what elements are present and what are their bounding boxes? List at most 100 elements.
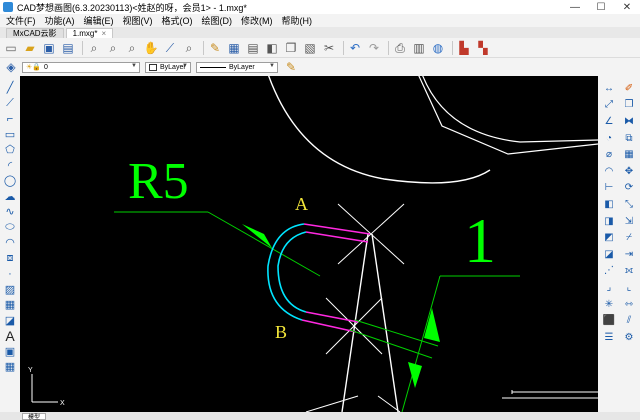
- dim-linear-icon[interactable]: ↔: [599, 80, 619, 97]
- menu-function[interactable]: 功能(A): [45, 14, 75, 27]
- rotate-icon[interactable]: ⟳: [619, 180, 639, 197]
- pdf-export-icon[interactable]: ▙: [456, 40, 472, 56]
- menu-help[interactable]: 帮助(H): [282, 14, 313, 27]
- save-as-icon[interactable]: ▤: [60, 40, 76, 56]
- tab-model[interactable]: 模型: [22, 412, 47, 420]
- align-icon[interactable]: ⫽: [619, 312, 639, 329]
- dim-ordinate-icon[interactable]: ⊢: [599, 180, 619, 197]
- find-icon[interactable]: ⌕: [181, 40, 197, 56]
- copy-icon[interactable]: ❐: [283, 40, 299, 56]
- table-icon[interactable]: ▦: [2, 359, 18, 375]
- print-icon[interactable]: ⎙: [392, 40, 408, 56]
- menu-edit[interactable]: 编辑(E): [84, 14, 114, 27]
- minimize-button[interactable]: —: [562, 0, 588, 14]
- zoom-window-icon[interactable]: ⌕: [105, 40, 121, 56]
- array-icon[interactable]: ▦: [619, 146, 639, 163]
- explode-icon[interactable]: ✳: [599, 296, 619, 313]
- arc-icon[interactable]: ◜: [2, 158, 18, 174]
- tab-cloud[interactable]: MxCAD云影: [6, 28, 64, 38]
- properties-icon[interactable]: ▦: [226, 40, 242, 56]
- color-swatch: [149, 63, 157, 71]
- stretch-icon[interactable]: ⇲: [619, 213, 639, 230]
- mirror-icon[interactable]: ⧓: [619, 113, 639, 130]
- linetype-select[interactable]: ByLayer ▼: [196, 61, 278, 73]
- layer-manager-icon[interactable]: ▤: [245, 40, 261, 56]
- drawing-canvas[interactable]: R5 A B 1 Y X: [20, 73, 599, 413]
- 3d-box-icon[interactable]: ⬛: [599, 312, 619, 329]
- dim-arc-icon[interactable]: ◠: [599, 163, 619, 180]
- draw-order-front-icon[interactable]: ◧: [599, 196, 619, 213]
- open-file-icon[interactable]: ▰: [22, 40, 38, 56]
- cut-icon[interactable]: ✂: [321, 40, 337, 56]
- offset-icon[interactable]: ⧉: [619, 130, 639, 147]
- tools-icon[interactable]: ⚙: [619, 329, 639, 346]
- undo-icon[interactable]: ↶: [347, 40, 363, 56]
- pencil-icon[interactable]: ✎: [283, 59, 299, 75]
- dim-diameter-icon[interactable]: ⌀: [599, 146, 619, 163]
- draw-order-under-icon[interactable]: ◪: [599, 246, 619, 263]
- menu-modify[interactable]: 修改(M): [241, 14, 273, 27]
- revcloud-icon[interactable]: ☁: [2, 189, 18, 205]
- image-icon[interactable]: ▣: [2, 344, 18, 360]
- polyline-icon[interactable]: ⌐: [2, 111, 18, 127]
- new-file-icon[interactable]: ▭: [3, 40, 19, 56]
- dim-angular-icon[interactable]: ∠: [599, 113, 619, 130]
- region-icon[interactable]: ◪: [2, 313, 18, 329]
- image-export-icon[interactable]: ▚: [475, 40, 491, 56]
- maximize-button[interactable]: ☐: [588, 0, 614, 14]
- gradient-icon[interactable]: ▦: [2, 297, 18, 313]
- break-icon[interactable]: ⋰: [599, 263, 619, 280]
- draw-order-back-icon[interactable]: ◨: [599, 213, 619, 230]
- erase-icon[interactable]: ✐: [619, 80, 639, 97]
- move-icon[interactable]: ✥: [619, 163, 639, 180]
- point-icon[interactable]: ·: [2, 266, 18, 282]
- list-icon[interactable]: ☰: [599, 329, 619, 346]
- redo-icon[interactable]: ↷: [366, 40, 382, 56]
- fillet-icon[interactable]: ⌞: [619, 279, 639, 296]
- copy-object-icon[interactable]: ❐: [619, 97, 639, 114]
- pan-hand-icon[interactable]: ✋: [143, 40, 159, 56]
- zoom-extents-icon[interactable]: ⌕: [124, 40, 140, 56]
- text-icon[interactable]: A: [2, 328, 18, 344]
- color-select[interactable]: ByLayer ▼: [145, 61, 191, 73]
- scale-icon[interactable]: ⤡: [619, 196, 639, 213]
- spline-icon[interactable]: ∿: [2, 204, 18, 220]
- web-icon[interactable]: ◍: [430, 40, 446, 56]
- menu-file[interactable]: 文件(F): [6, 14, 36, 27]
- save-icon[interactable]: ▣: [41, 40, 57, 56]
- block-icon[interactable]: ◧: [264, 40, 280, 56]
- drawing-svg[interactable]: R5 A B 1 Y X: [20, 73, 599, 413]
- layer-stack-icon[interactable]: ◈: [3, 59, 19, 75]
- chamfer-icon[interactable]: ⌟: [599, 279, 619, 296]
- plot-icon[interactable]: ▥: [411, 40, 427, 56]
- magenta-line-b-inner: [305, 311, 359, 323]
- line-icon[interactable]: ╱: [2, 80, 18, 96]
- hatch-icon[interactable]: ▨: [2, 282, 18, 298]
- ellipse-icon[interactable]: ⬭: [2, 220, 18, 236]
- close-button[interactable]: ✕: [614, 0, 640, 14]
- insert-block-icon[interactable]: ⧈: [2, 251, 18, 267]
- tab-drawing[interactable]: 1.mxg* ×: [65, 28, 114, 38]
- draw-order-above-icon[interactable]: ◩: [599, 229, 619, 246]
- ellipse-arc-icon[interactable]: ◠: [2, 235, 18, 251]
- zoom-icon[interactable]: ⌕: [86, 40, 102, 56]
- paste-icon[interactable]: ▧: [302, 40, 318, 56]
- menu-draw[interactable]: 绘图(D): [202, 14, 233, 27]
- measure-icon[interactable]: ⟋: [162, 40, 178, 56]
- layer-select[interactable]: ☀🔒 0 ▼: [22, 61, 140, 73]
- circle-icon[interactable]: ◯: [2, 173, 18, 189]
- trim-icon[interactable]: ⌿: [619, 229, 639, 246]
- xline-icon[interactable]: ⟋: [2, 96, 18, 112]
- menu-view[interactable]: 视图(V): [123, 14, 153, 27]
- join-icon[interactable]: ⟗: [619, 263, 639, 280]
- tab-close-icon[interactable]: ×: [101, 29, 106, 38]
- lengthen-icon[interactable]: ⇿: [619, 296, 639, 313]
- polygon-icon[interactable]: ⬠: [2, 142, 18, 158]
- menu-format[interactable]: 格式(O): [162, 14, 193, 27]
- match-properties-icon[interactable]: ✎: [207, 40, 223, 56]
- dim-aligned-icon[interactable]: ⤢: [599, 97, 619, 114]
- rectangle-icon[interactable]: ▭: [2, 127, 18, 143]
- dim-radius-icon[interactable]: ◔: [599, 130, 619, 147]
- radius-label: R5: [128, 153, 189, 210]
- extend-icon[interactable]: ⇥: [619, 246, 639, 263]
